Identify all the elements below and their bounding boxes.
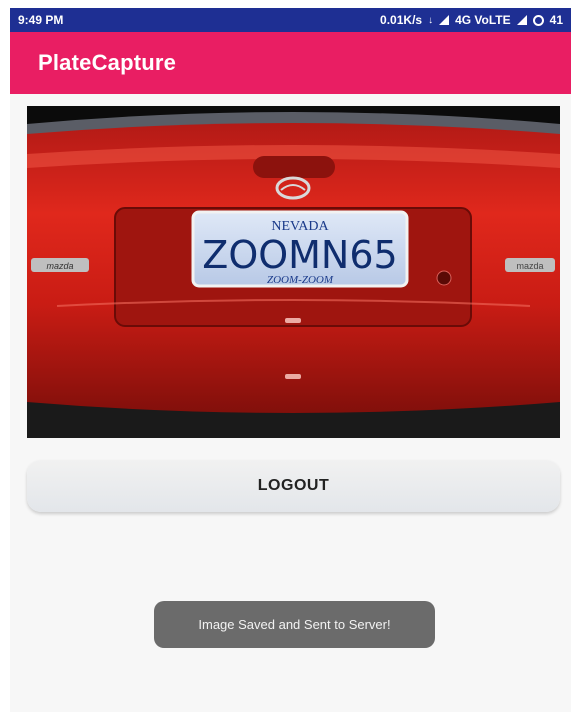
signal-icon [439, 15, 450, 25]
plate-number: ZOOMN65 [202, 233, 397, 277]
plate-slogan: ZOOM-ZOOM [267, 274, 334, 286]
download-arrow-icon: ↓ [428, 14, 434, 26]
battery-level: 41 [549, 13, 563, 27]
network-speed: 0.01K/s [380, 13, 423, 27]
trunk-lock [436, 270, 452, 286]
plate-state: NEVADA [271, 219, 329, 234]
status-bar: 9:49 PM 0.01K/s ↓ 4G VoLTE 41 [10, 8, 571, 32]
side-badge-text: mazda [46, 261, 73, 271]
app-screen: 9:49 PM 0.01K/s ↓ 4G VoLTE 41 PlateCaptu… [10, 8, 571, 712]
app-bar: PlateCapture [10, 32, 571, 94]
car-photo: mazda mazda NEVADA ZOOMN65 ZOOM-ZOOM [27, 106, 560, 438]
carrier-label: 4G VoLTE [455, 13, 511, 27]
toast-message: Image Saved and Sent to Server! [154, 601, 435, 648]
logout-button[interactable]: LOGOUT [27, 460, 560, 512]
status-indicators: 0.01K/s ↓ 4G VoLTE 41 [380, 13, 563, 27]
signal-icon [516, 15, 527, 25]
battery-icon [532, 14, 544, 26]
captured-plate-photo: mazda mazda NEVADA ZOOMN65 ZOOM-ZOOM [27, 106, 560, 438]
app-title: PlateCapture [38, 50, 177, 75]
status-time: 9:49 PM [18, 13, 64, 27]
mazda-badge-text: mazda [516, 261, 543, 271]
